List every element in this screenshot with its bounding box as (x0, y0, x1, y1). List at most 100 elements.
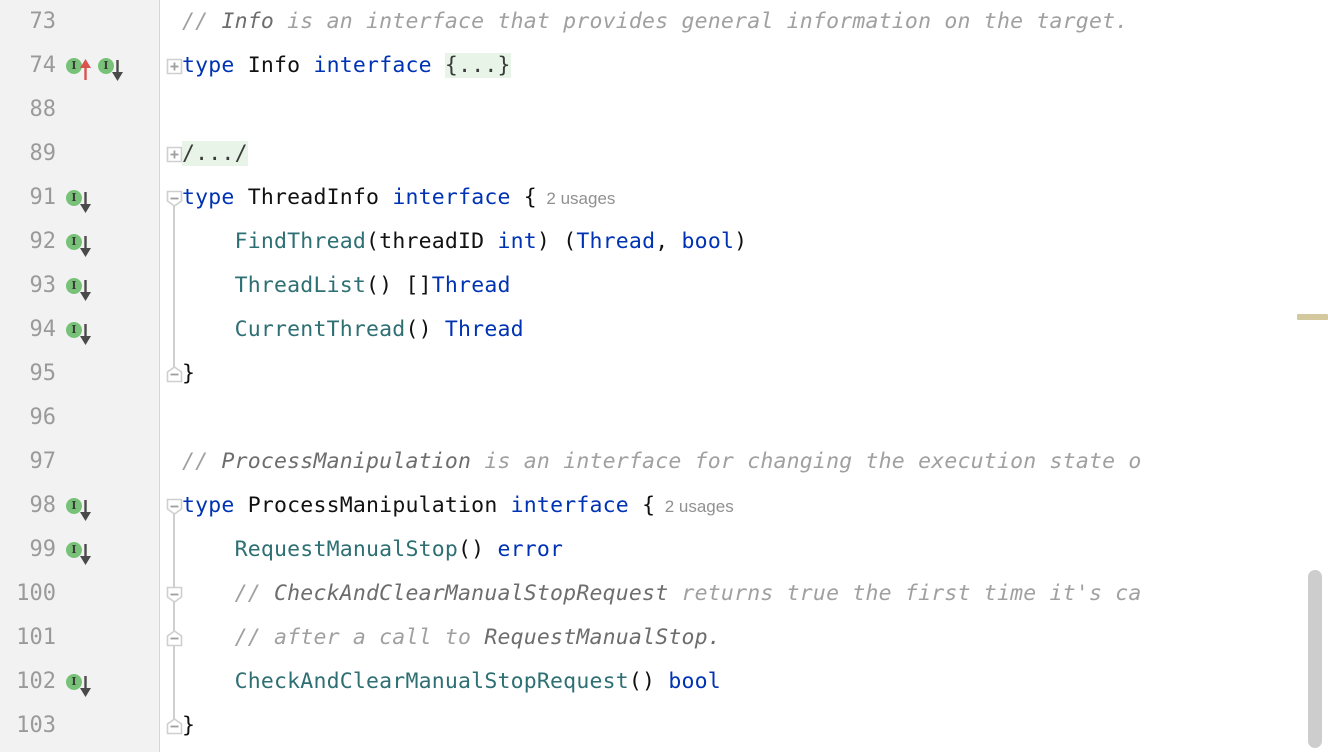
line-number: 89 (29, 141, 57, 166)
gutter-row[interactable]: 94 I (0, 308, 160, 352)
code-line[interactable]: CurrentThread() Thread (160, 308, 1328, 352)
implemented-by-icon[interactable]: I (98, 55, 124, 81)
code-line[interactable]: // CheckAndClearManualStopRequest return… (160, 572, 1328, 616)
usages-inlay-hint[interactable]: 2 usages (537, 189, 615, 208)
code-token: type (182, 493, 235, 518)
implemented-by-icon[interactable]: I (66, 231, 92, 257)
gutter-icon-slot[interactable]: I (66, 484, 92, 528)
code-line[interactable]: ThreadList() []Thread (160, 264, 1328, 308)
gutter-icon-slot[interactable]: I (98, 44, 124, 88)
line-number: 88 (29, 97, 57, 122)
gutter-icon-slot[interactable]: I (66, 220, 92, 264)
code-line[interactable]: // ProcessManipulation is an interface f… (160, 440, 1328, 484)
code-line-text: // CheckAndClearManualStopRequest return… (182, 572, 1142, 616)
code-token: error (497, 537, 564, 562)
gutter-row[interactable]: 74 I I (0, 44, 160, 88)
code-token: int (497, 229, 537, 254)
code-token: // after a call to (182, 625, 485, 650)
code-line[interactable]: } (160, 704, 1328, 748)
implemented-by-icon[interactable]: I (66, 495, 92, 521)
gutter-row[interactable]: 97 (0, 440, 160, 484)
code-line-text: type ThreadInfo interface { 2 usages (182, 176, 615, 221)
code-token: interface (392, 185, 511, 210)
code-token: Thread (444, 317, 524, 342)
gutter-row[interactable]: 103 (0, 704, 160, 748)
arrow-down-icon (80, 324, 91, 345)
line-number: 96 (29, 405, 57, 430)
code-line[interactable]: CheckAndClearManualStopRequest() bool (160, 660, 1328, 704)
gutter-row[interactable]: 89 (0, 132, 160, 176)
folded-region-placeholder[interactable]: /.../ (182, 141, 248, 166)
gutter-row[interactable]: 95 (0, 352, 160, 396)
gutter-row[interactable]: 98 I (0, 484, 160, 528)
code-token: Info (221, 9, 275, 34)
editor-gutter[interactable]: 73 74 I I 88 89 91 I 92 I 93 I 94 I 95 96 97 98 I 99 I 100 101… (0, 0, 160, 752)
code-token: } (182, 713, 196, 738)
code-line[interactable]: /.../ (160, 132, 1328, 176)
gutter-row[interactable]: 93 I (0, 264, 160, 308)
code-token: is an interface that provides general in… (274, 9, 1129, 34)
implemented-by-icon[interactable]: I (66, 187, 92, 213)
gutter-row[interactable]: 73 (0, 0, 160, 44)
code-token: bool (681, 229, 735, 254)
code-token: ) (734, 229, 748, 254)
code-token: () (458, 537, 498, 562)
code-line[interactable] (160, 396, 1328, 440)
gutter-row[interactable]: 102 I (0, 660, 160, 704)
implemented-by-icon[interactable]: I (66, 275, 92, 301)
gutter-row[interactable]: 88 (0, 88, 160, 132)
code-line[interactable]: // after a call to RequestManualStop. (160, 616, 1328, 660)
gutter-icon-slot[interactable]: I (66, 528, 92, 572)
gutter-row[interactable]: 96 (0, 396, 160, 440)
code-token: ) ( (536, 229, 577, 254)
gutter-icon-slot[interactable]: I (66, 176, 92, 220)
code-token: RequestManualStop. (484, 625, 721, 650)
code-line[interactable]: FindThread(threadID int) (Thread, bool) (160, 220, 1328, 264)
code-token: Thread (431, 273, 511, 298)
code-line-text: CheckAndClearManualStopRequest() bool (182, 660, 721, 704)
vertical-scrollbar[interactable] (1297, 0, 1328, 752)
line-number: 101 (16, 625, 56, 650)
gutter-row[interactable]: 91 I (0, 176, 160, 220)
gutter-row[interactable]: 101 (0, 616, 160, 660)
code-line[interactable]: RequestManualStop() error (160, 528, 1328, 572)
gutter-icon-slot[interactable]: I (66, 44, 92, 88)
code-line[interactable]: type Info interface {...} (160, 44, 1328, 88)
code-line[interactable]: type ThreadInfo interface { 2 usages (160, 176, 1328, 220)
code-token: CurrentThread (234, 317, 406, 342)
code-line[interactable] (160, 88, 1328, 132)
code-line[interactable]: // Info is an interface that provides ge… (160, 0, 1328, 44)
gutter-row[interactable]: 92 I (0, 220, 160, 264)
code-token: CheckAndClearManualStopRequest (274, 581, 669, 606)
code-line[interactable]: } (160, 352, 1328, 396)
implementing-method-icon[interactable]: I (66, 55, 92, 80)
scrollbar-change-marker[interactable] (1297, 314, 1328, 320)
code-line[interactable]: type ProcessManipulation interface { 2 u… (160, 484, 1328, 528)
gutter-icon-slot[interactable]: I (66, 264, 92, 308)
implemented-by-icon[interactable]: I (66, 671, 92, 697)
gutter-row[interactable]: 99 I (0, 528, 160, 572)
line-number: 100 (16, 581, 56, 606)
arrow-up-icon (80, 59, 91, 80)
arrow-down-icon (80, 236, 91, 257)
code-token: { (523, 185, 537, 210)
code-token: () (628, 669, 669, 694)
gutter-icon-slot[interactable]: I (66, 308, 92, 352)
code-line-text: type ProcessManipulation interface { 2 u… (182, 484, 734, 529)
usages-inlay-hint[interactable]: 2 usages (655, 497, 734, 516)
scrollbar-thumb[interactable] (1308, 570, 1322, 748)
code-token: Info (247, 53, 301, 78)
code-viewport[interactable]: // Info is an interface that provides ge… (160, 0, 1328, 752)
gutter-icon-slot[interactable]: I (66, 660, 92, 704)
arrow-down-icon (80, 676, 91, 697)
gutter-row[interactable]: 100 (0, 572, 160, 616)
code-line-text: FindThread(threadID int) (Thread, bool) (182, 220, 747, 264)
folded-region-placeholder[interactable]: {...} (444, 53, 511, 78)
line-number: 94 (29, 317, 57, 342)
code-line-text: CurrentThread() Thread (182, 308, 524, 352)
implemented-by-icon[interactable]: I (66, 319, 92, 345)
implemented-by-icon[interactable]: I (66, 539, 92, 565)
